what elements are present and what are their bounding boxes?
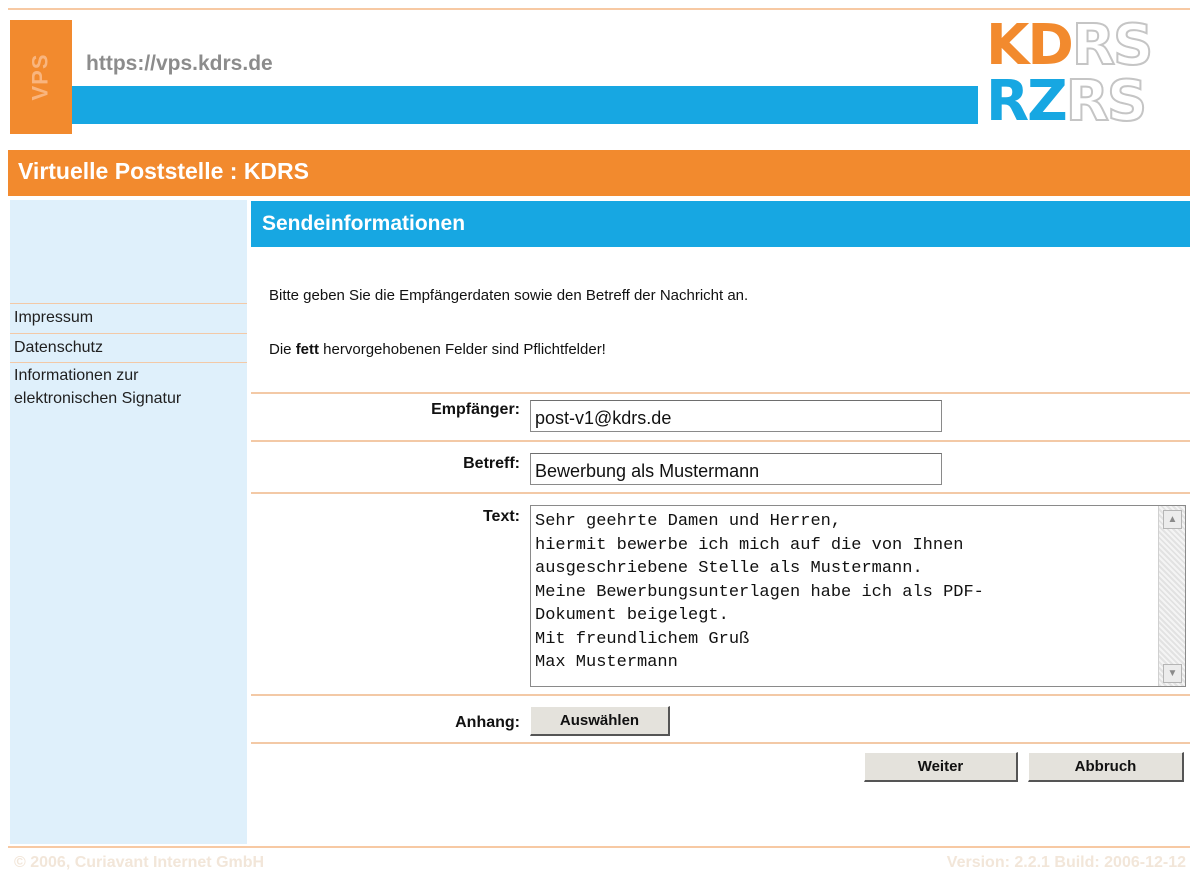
- form-divider: [251, 440, 1190, 442]
- sidebar-item-impressum[interactable]: Impressum: [10, 309, 247, 327]
- message-textarea[interactable]: Sehr geehrte Damen und Herren, hiermit b…: [530, 505, 1186, 687]
- scroll-down-icon[interactable]: ▼: [1163, 664, 1182, 683]
- sidebar-divider: [10, 362, 247, 363]
- header-blue-bar: [72, 86, 978, 124]
- next-button[interactable]: Weiter: [864, 752, 1018, 782]
- footer-copyright: © 2006, Curiavant Internet GmbH: [14, 854, 265, 871]
- form-divider: [251, 392, 1190, 394]
- app-title: Virtuelle Poststelle : KDRS: [18, 158, 309, 184]
- footer-version: Version: 2.2.1 Build: 2006-12-12: [946, 854, 1186, 871]
- text-label: Text:: [482, 508, 520, 525]
- subject-label: Betreff:: [463, 455, 520, 472]
- sidebar-item-signatur-line2[interactable]: elektronischen Signatur: [10, 390, 247, 408]
- site-url: https://vps.kdrs.de: [86, 52, 273, 75]
- vps-label: VPS: [28, 53, 53, 101]
- subject-field[interactable]: [530, 453, 942, 485]
- kdrs-logo: KD RS RZ RS: [986, 13, 1154, 134]
- sidebar-item-datenschutz[interactable]: Datenschutz: [10, 339, 247, 357]
- attachment-label: Anhang:: [455, 714, 520, 731]
- cancel-button[interactable]: Abbruch: [1028, 752, 1184, 782]
- intro-text: Bitte geben Sie die Empfängerdaten sowie…: [269, 287, 749, 304]
- form-divider: [251, 742, 1190, 744]
- section-title: Sendeinformationen: [262, 212, 466, 235]
- app-title-bar: Virtuelle Poststelle : KDRS: [8, 150, 1190, 196]
- sidebar-divider: [10, 333, 247, 334]
- top-border: [8, 8, 1190, 10]
- footer-border: [8, 846, 1190, 848]
- sidebar-divider: [10, 303, 247, 304]
- recipient-label: Empfänger:: [431, 401, 520, 418]
- form-divider: [251, 492, 1190, 494]
- scroll-up-icon[interactable]: ▲: [1163, 510, 1182, 529]
- sidebar-item-signatur-line1[interactable]: Informationen zur: [10, 367, 247, 385]
- recipient-field[interactable]: [530, 400, 942, 432]
- choose-file-button[interactable]: Auswählen: [530, 706, 670, 736]
- section-header: Sendeinformationen: [251, 201, 1190, 247]
- sidebar: [10, 200, 247, 844]
- textarea-scrollbar[interactable]: ▲ ▼: [1158, 506, 1185, 686]
- form-divider: [251, 694, 1190, 696]
- required-note: Die fett hervorgehobenen Felder sind Pfl…: [269, 341, 606, 358]
- message-text[interactable]: Sehr geehrte Damen und Herren, hiermit b…: [535, 510, 1157, 682]
